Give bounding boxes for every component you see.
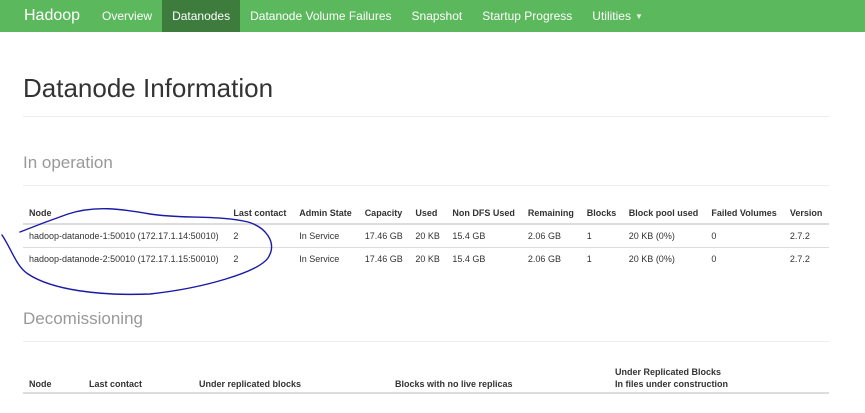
page-title: Datanode Information (23, 73, 274, 103)
cell-admin-state: In Service (293, 223, 359, 248)
cell-capacity: 17.46 GB (358, 247, 410, 270)
col-under-replicated-blocks[interactable]: Under replicated blocks (193, 358, 389, 394)
cell-used: 20 KB (409, 223, 447, 248)
top-navbar: Hadoop Overview Datanodes Datanode Volum… (0, 0, 865, 32)
cell-remaining: 2.06 GB (521, 223, 581, 248)
nav-utilities-label: Utilities (592, 9, 631, 23)
cell-last-contact: 2 (227, 247, 294, 270)
nav-overview[interactable]: Overview (92, 0, 162, 32)
cell-failed-volumes: 0 (705, 247, 784, 270)
cell-block-pool-used: 20 KB (0%) (622, 247, 706, 270)
divider (23, 116, 829, 117)
col-admin-state[interactable]: Admin State (293, 203, 359, 225)
nav-utilities[interactable]: Utilities ▼ (582, 0, 653, 32)
cell-blocks: 1 (580, 247, 623, 270)
cell-version: 2.7.2 (783, 223, 829, 248)
col-capacity[interactable]: Capacity (358, 203, 410, 225)
decomissioning-table: Node Last contact Under replicated block… (23, 358, 829, 394)
in-operation-table: Node Last contact Admin State Capacity U… (23, 203, 829, 270)
col-under-replicated-in-construction[interactable]: Under Replicated Blocks In files under c… (609, 358, 829, 394)
col-last-contact[interactable]: Last contact (83, 358, 193, 394)
cell-block-pool-used: 20 KB (0%) (622, 223, 706, 248)
nav-snapshot[interactable]: Snapshot (402, 0, 473, 32)
col-version[interactable]: Version (783, 203, 829, 225)
cell-non-dfs-used: 15.4 GB (446, 223, 522, 248)
table-row: hadoop-datanode-2:50010 (172.17.1.15:500… (23, 247, 829, 270)
cell-admin-state: In Service (293, 247, 359, 270)
cell-blocks: 1 (580, 223, 623, 248)
caret-down-icon: ▼ (634, 11, 643, 21)
cell-version: 2.7.2 (783, 247, 829, 270)
table-header-row: Node Last contact Admin State Capacity U… (23, 203, 829, 225)
cell-used: 20 KB (409, 247, 447, 270)
nav-datanode-volume-failures[interactable]: Datanode Volume Failures (240, 0, 401, 32)
col-blocks[interactable]: Blocks (580, 203, 623, 225)
cell-capacity: 17.46 GB (358, 223, 410, 248)
cell-failed-volumes: 0 (705, 223, 784, 248)
divider (23, 341, 829, 342)
col-node[interactable]: Node (23, 358, 83, 394)
table-row: hadoop-datanode-1:50010 (172.17.1.14:500… (23, 223, 829, 248)
col-under-replicated-line2: In files under construction (615, 379, 729, 389)
col-failed-volumes[interactable]: Failed Volumes (705, 203, 784, 225)
col-blocks-no-live-replicas[interactable]: Blocks with no live replicas (389, 358, 609, 394)
col-used[interactable]: Used (409, 203, 447, 225)
col-node[interactable]: Node (23, 203, 228, 225)
col-block-pool-used[interactable]: Block pool used (622, 203, 706, 225)
nav-startup-progress[interactable]: Startup Progress (472, 0, 582, 32)
cell-non-dfs-used: 15.4 GB (446, 247, 522, 270)
brand-link[interactable]: Hadoop (0, 0, 92, 32)
col-non-dfs-used[interactable]: Non DFS Used (446, 203, 522, 225)
section-title-decomissioning: Decomissioning (23, 309, 143, 328)
section-title-in-operation: In operation (23, 153, 113, 172)
cell-node: hadoop-datanode-1:50010 (172.17.1.14:500… (23, 223, 228, 248)
table-header-row: Node Last contact Under replicated block… (23, 358, 829, 394)
col-last-contact[interactable]: Last contact (227, 203, 294, 225)
col-under-replicated-line1: Under Replicated Blocks (615, 367, 722, 377)
divider (23, 185, 829, 186)
nav-datanodes[interactable]: Datanodes (162, 0, 241, 32)
cell-remaining: 2.06 GB (521, 247, 581, 270)
col-remaining[interactable]: Remaining (521, 203, 581, 225)
cell-last-contact: 2 (227, 223, 294, 248)
cell-node: hadoop-datanode-2:50010 (172.17.1.15:500… (23, 247, 228, 270)
